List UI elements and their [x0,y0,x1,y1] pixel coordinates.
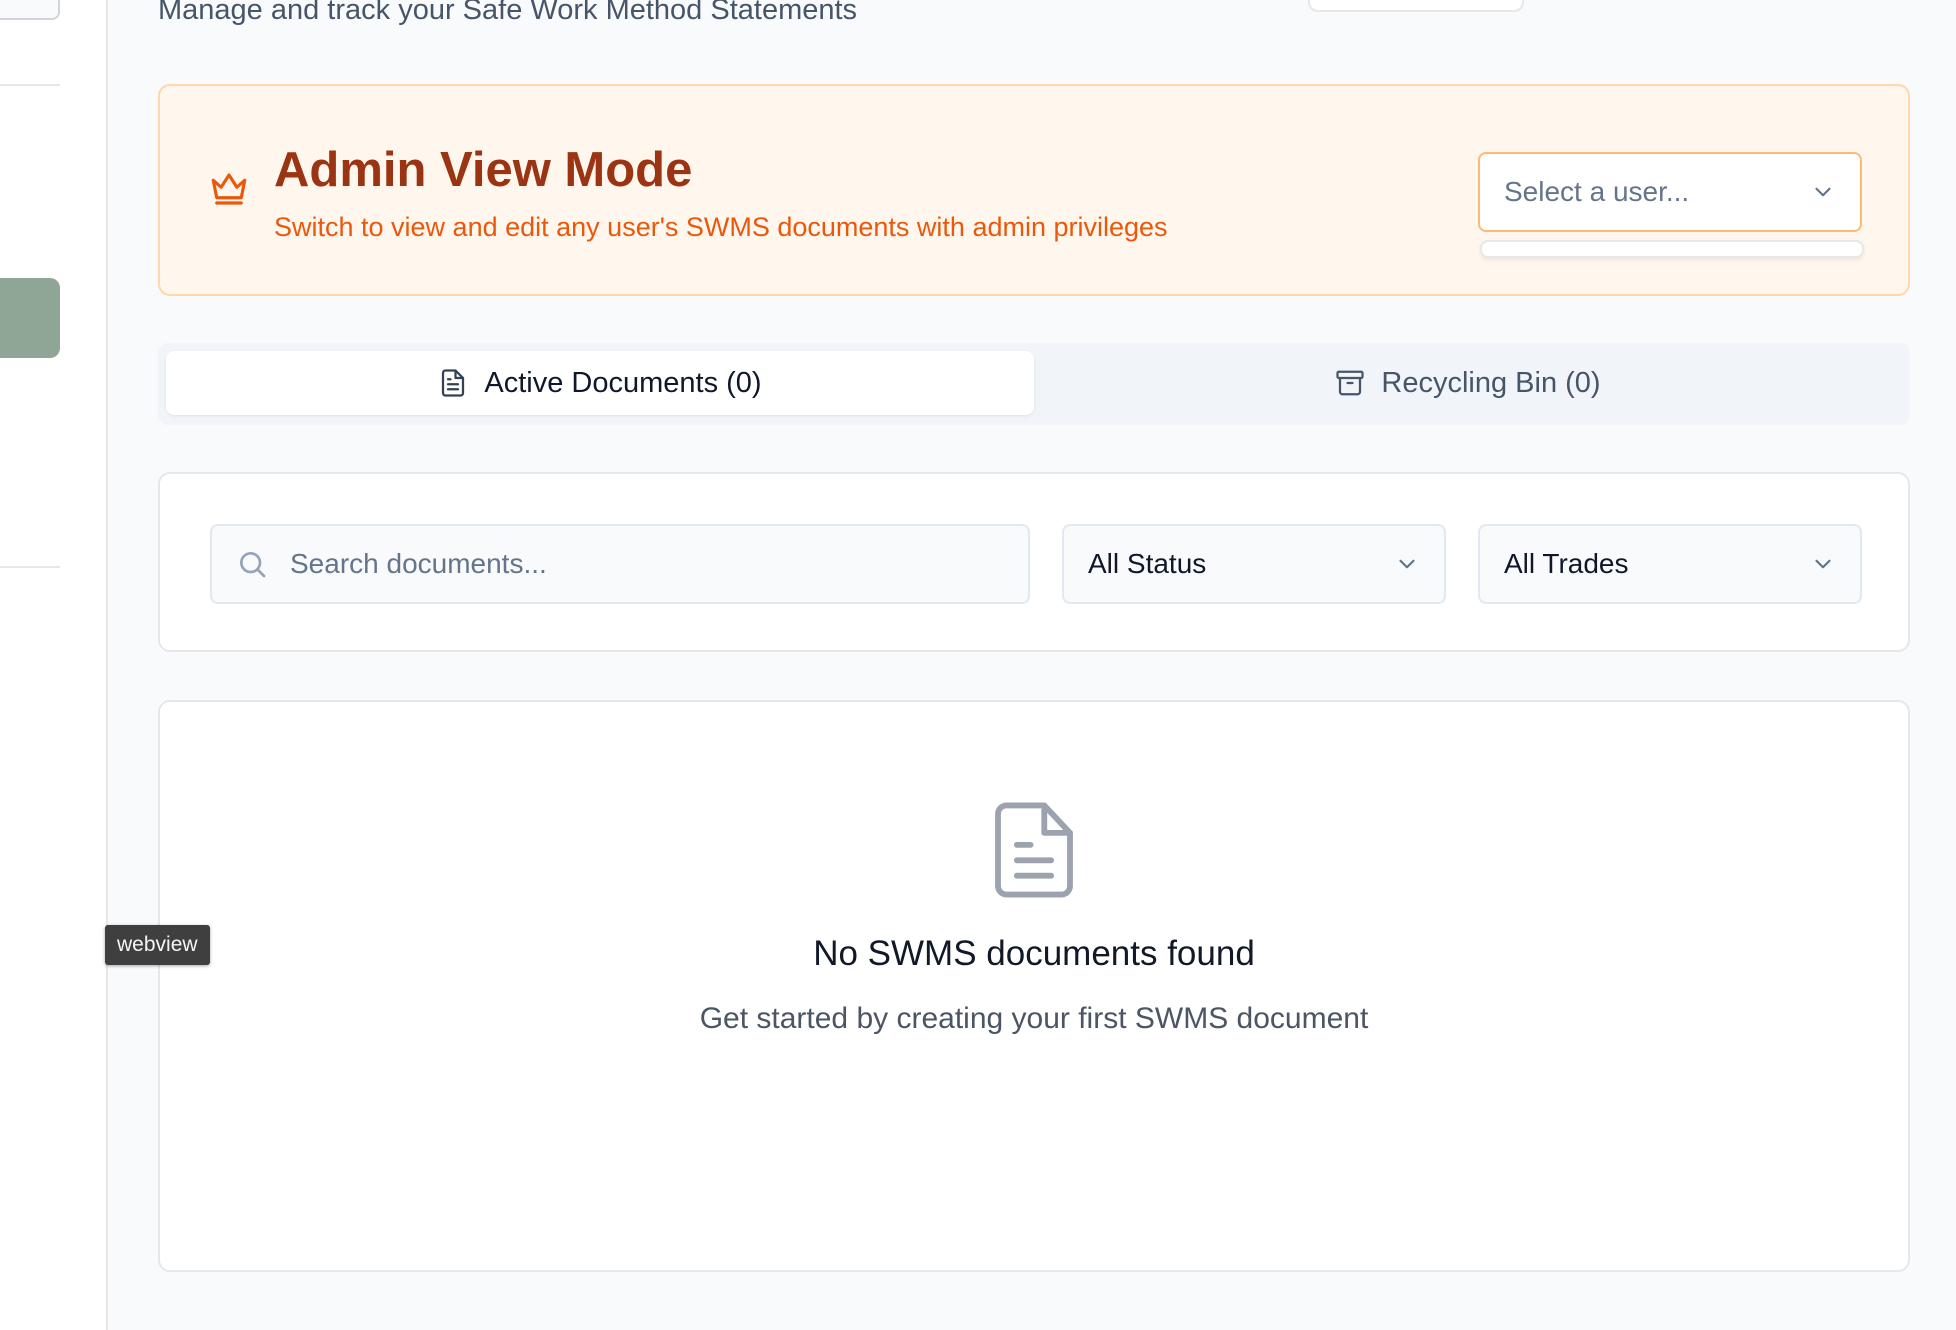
sidebar [0,0,108,1330]
tab-active-documents[interactable]: Active Documents (0) [166,351,1034,415]
page-subtitle: Manage and track your Safe Work Method S… [158,0,858,26]
search-input[interactable]: Search documents... [210,524,1030,604]
admin-view-banner: Admin View Mode Switch to view and edit … [158,84,1910,296]
crown-icon [211,173,247,205]
tab-label: Active Documents (0) [484,366,762,399]
filter-card: Search documents... All Status All Trade… [158,472,1910,652]
document-icon [995,802,1073,898]
sidebar-top-button[interactable] [0,0,60,20]
sidebar-divider [0,566,60,568]
empty-state-title: No SWMS documents found [813,934,1255,973]
search-icon [240,552,266,578]
chevron-down-icon [1810,179,1836,205]
sidebar-item-active[interactable] [0,278,60,358]
user-select-menu [1480,240,1864,258]
tab-recycling-bin[interactable]: Recycling Bin (0) [1034,351,1902,415]
trades-filter-value: All Trades [1504,548,1629,579]
empty-state-description: Get started by creating your first SWMS … [699,1002,1369,1035]
user-select-dropdown[interactable]: Select a user... [1478,152,1862,232]
trades-filter-dropdown[interactable]: All Trades [1478,524,1862,604]
admin-description: Switch to view and edit any user's SWMS … [274,212,1168,242]
archive-icon [1336,370,1365,396]
status-filter-value: All Status [1088,548,1207,579]
document-tabs: Active Documents (0) Recycling Bin (0) [158,343,1910,425]
chevron-down-icon [1394,551,1420,577]
status-filter-dropdown[interactable]: All Status [1062,524,1446,604]
admin-title: Admin View Mode [274,143,693,197]
empty-state-card: No SWMS documents found Get started by c… [158,700,1910,1272]
header-action-button[interactable] [1308,0,1524,12]
user-select-placeholder: Select a user... [1504,176,1690,207]
sidebar-divider [0,84,60,86]
tab-label: Recycling Bin (0) [1381,366,1601,399]
document-icon [442,369,465,397]
webview-tooltip: webview [105,925,210,965]
chevron-down-icon [1810,551,1836,577]
search-placeholder: Search documents... [290,548,547,579]
